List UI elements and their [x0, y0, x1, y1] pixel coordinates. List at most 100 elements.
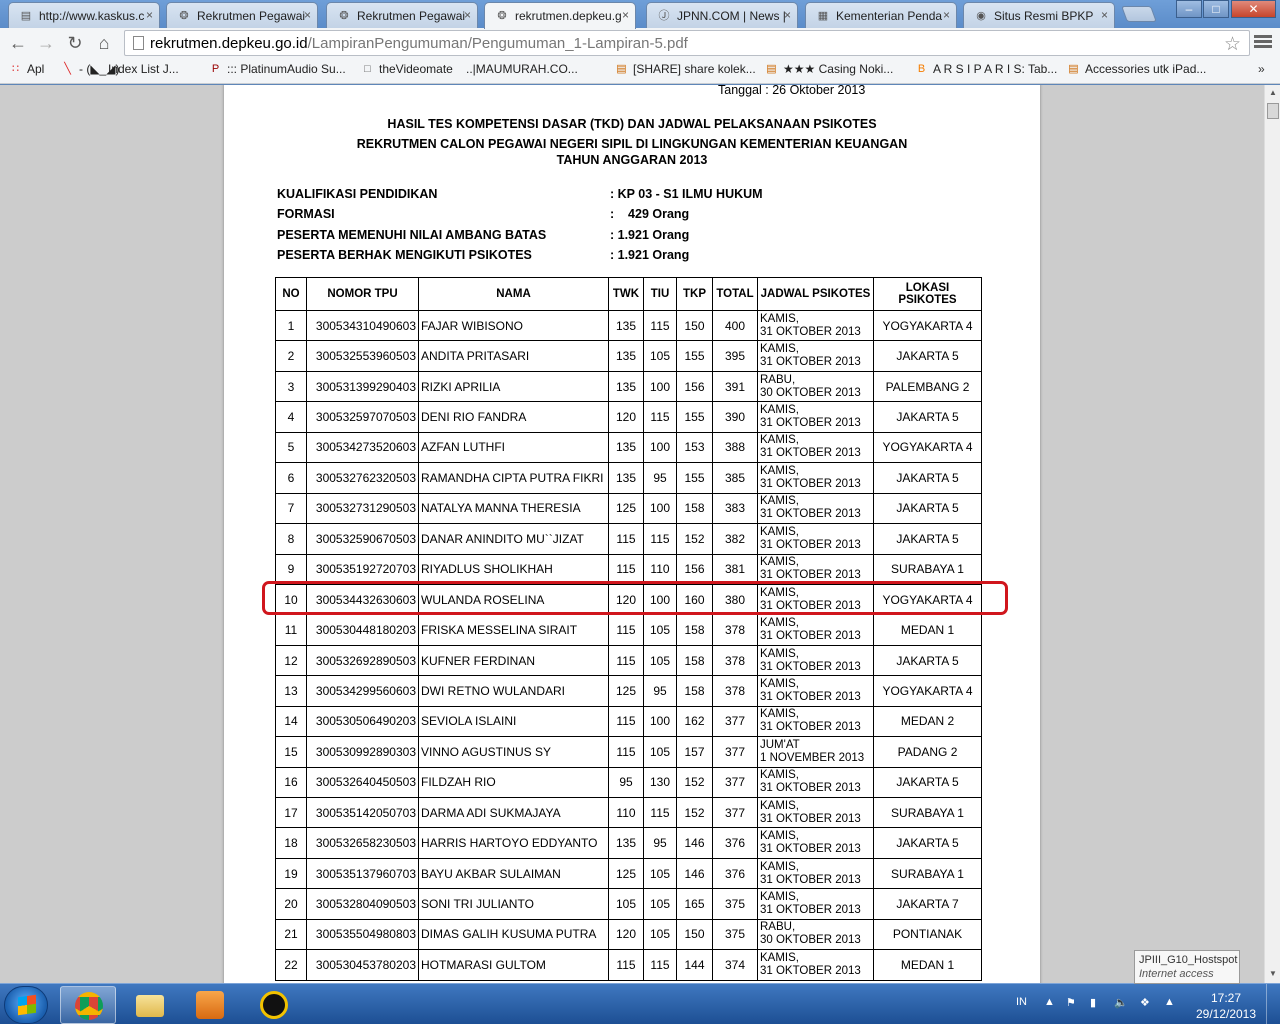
- bookmarks-overflow-button[interactable]: »: [1258, 62, 1265, 76]
- home-icon[interactable]: ⌂: [92, 31, 116, 55]
- jadwal-date: 31 OKTOBER 2013: [760, 417, 861, 430]
- taskbar-app[interactable]: [246, 986, 302, 1024]
- back-arrow-icon[interactable]: ←: [6, 31, 30, 55]
- info-label: KUALIFIKASI PENDIDIKAN: [277, 187, 438, 201]
- scroll-up-icon[interactable]: ▲: [1267, 88, 1279, 97]
- tiu-score: 95: [643, 827, 677, 859]
- start-button[interactable]: [4, 986, 48, 1024]
- url-text[interactable]: rekrutmen.depkeu.go.id/LampiranPengumuma…: [150, 35, 688, 52]
- scroll-down-icon[interactable]: ▼: [1267, 969, 1279, 978]
- bookmark-item[interactable]: ▤ Accessories utk iPad...: [1066, 62, 1206, 76]
- close-tab-icon[interactable]: ×: [464, 8, 471, 22]
- scroll-thumb[interactable]: [1267, 103, 1279, 119]
- nomor-tpu: 300531399290403: [306, 370, 419, 403]
- lokasi-psikotes: MEDAN 1: [873, 614, 982, 646]
- language-indicator[interactable]: IN: [1016, 996, 1027, 1008]
- reload-icon[interactable]: ↻: [63, 31, 87, 55]
- minimize-button[interactable]: –: [1176, 0, 1202, 18]
- twk-score: 135: [608, 431, 644, 464]
- jadwal-day: KAMIS,: [760, 769, 799, 782]
- jadwal-psikotes: KAMIS, 31 OKTOBER 2013: [757, 675, 874, 707]
- jadwal-psikotes: KAMIS, 31 OKTOBER 2013: [757, 644, 874, 677]
- table-row: 5 300534273520603 AZFAN LUTHFI 135 100 153 388…: [275, 431, 982, 464]
- tab-5[interactable]: Ⓙ JPNN.COM | News | ×: [646, 2, 798, 28]
- pdf-viewer[interactable]: Tanggal : 26 Oktober 2013 HASIL TES KOMP…: [0, 85, 1264, 983]
- bookmark-item[interactable]: ∷ Apl: [8, 62, 44, 76]
- bookmark-label: A R S I P A R I S: Tab...: [933, 62, 1058, 76]
- jadwal-psikotes: KAMIS, 31 OKTOBER 2013: [757, 553, 874, 585]
- dropbox-icon[interactable]: ❖: [1140, 996, 1150, 1009]
- nomor-tpu: 300530992890303: [306, 736, 419, 768]
- platinum-icon: P: [211, 63, 220, 75]
- close-tab-icon[interactable]: ×: [784, 8, 791, 22]
- tab-6[interactable]: ▦ Kementerian Penda ×: [805, 2, 957, 28]
- nomor-tpu: 300532658230503: [306, 827, 419, 859]
- table-row: 8 300532590670503 DANAR ANINDITO MU``JIZAT…: [275, 523, 982, 555]
- tkp-score: 158: [676, 644, 713, 677]
- bookmark-item[interactable]: □ theVideomate: [360, 62, 453, 76]
- twk-score: 115: [608, 949, 644, 981]
- bookmark-item[interactable]: Index List J...: [108, 62, 179, 76]
- bookmark-item[interactable]: P::: PlatinumAudio Su...: [208, 62, 346, 76]
- lokasi-psikotes: JAKARTA 5: [873, 766, 982, 799]
- new-tab-button[interactable]: [1121, 6, 1157, 22]
- tab-1[interactable]: ▤ http://www.kaskus.c ×: [8, 2, 160, 28]
- tkp-score: 152: [676, 796, 713, 829]
- taskbar-media-player[interactable]: [182, 986, 238, 1024]
- row-no: 13: [275, 675, 307, 707]
- show-desktop-button[interactable]: [1266, 984, 1280, 1024]
- tab-4[interactable]: ❂ rekrutmen.depkeu.g ×: [484, 2, 636, 29]
- close-tab-icon[interactable]: ×: [304, 8, 311, 22]
- table-row: 6 300532762320503 RAMANDHA CIPTA PUTRA FIK…: [275, 462, 982, 494]
- nama: FAJAR WIBISONO: [418, 309, 609, 342]
- tab-title: http://www.kaskus.c: [39, 9, 145, 23]
- jadwal-psikotes: KAMIS, 31 OKTOBER 2013: [757, 796, 874, 829]
- bookmark-star-icon[interactable]: ☆: [1224, 33, 1241, 56]
- tkp-score: 162: [676, 705, 713, 738]
- close-tab-icon[interactable]: ×: [1101, 8, 1108, 22]
- close-window-button[interactable]: ✕: [1231, 0, 1276, 18]
- tiu-score: 95: [643, 462, 677, 494]
- close-tab-icon[interactable]: ×: [146, 8, 153, 22]
- bookmark-item[interactable]: ▤ [SHARE] share kolek...: [614, 62, 755, 76]
- taskbar-explorer[interactable]: [122, 986, 178, 1024]
- nomor-tpu: 300534310490603: [306, 309, 419, 342]
- maximize-button[interactable]: □: [1203, 0, 1229, 18]
- address-bar[interactable]: rekrutmen.depkeu.go.id/LampiranPengumuma…: [124, 30, 1250, 56]
- bookmark-item[interactable]: B A R S I P A R I S: Tab...: [914, 62, 1057, 76]
- twk-score: 135: [608, 827, 644, 859]
- column-header: LOKASI PSIKOTES: [873, 277, 982, 311]
- tab-2[interactable]: ❂ Rekrutmen Pegawai ×: [166, 2, 318, 28]
- tray-expand-icon[interactable]: ▲: [1044, 996, 1055, 1008]
- system-clock[interactable]: 17:27 29/12/2013: [1190, 990, 1262, 1022]
- close-tab-icon[interactable]: ×: [943, 8, 950, 22]
- row-no: 9: [275, 553, 307, 585]
- jadwal-day: KAMIS,: [760, 951, 799, 964]
- document-year: TAHUN ANGGARAN 2013: [556, 153, 708, 167]
- nama: DENI RIO FANDRA: [418, 401, 609, 433]
- bookmark-item[interactable]: ▤ ★★★ Casing Noki...: [764, 62, 893, 76]
- drive-icon[interactable]: ▲: [1164, 996, 1175, 1008]
- total-score: 376: [712, 827, 758, 859]
- row-no: 14: [275, 705, 307, 738]
- jadwal-date: 31 OKTOBER 2013: [760, 630, 861, 643]
- total-score: 378: [712, 675, 758, 707]
- chrome-menu-icon[interactable]: [1254, 33, 1272, 51]
- kaskus-icon: ▤: [616, 63, 627, 75]
- close-tab-icon[interactable]: ×: [622, 8, 629, 22]
- vertical-scrollbar[interactable]: ▲ ▼: [1264, 85, 1280, 983]
- tab-7[interactable]: ◉ Situs Resmi BPKP ×: [963, 2, 1115, 28]
- bookmark-item[interactable]: ..|MAUMURAH.CO...: [466, 62, 578, 76]
- forward-arrow-icon[interactable]: →: [34, 31, 58, 55]
- taskbar-chrome[interactable]: [60, 986, 116, 1024]
- jadwal-psikotes: KAMIS, 31 OKTOBER 2013: [757, 949, 874, 981]
- jadwal-psikotes: KAMIS, 31 OKTOBER 2013: [757, 888, 874, 920]
- tab-3[interactable]: ❂ Rekrutmen Pegawai ×: [326, 2, 478, 28]
- nama: KUFNER FERDINAN: [418, 644, 609, 677]
- network-signal-icon[interactable]: ▮: [1090, 996, 1096, 1009]
- total-score: 375: [712, 888, 758, 920]
- results-table: NO NOMOR TPU NAMA TWK TIU TKP TOTAL JADWAL PSIK…: [275, 277, 982, 981]
- action-center-flag-icon[interactable]: ⚑: [1066, 996, 1076, 1009]
- column-header: TWK: [608, 277, 644, 311]
- volume-icon[interactable]: 🔈: [1114, 996, 1128, 1009]
